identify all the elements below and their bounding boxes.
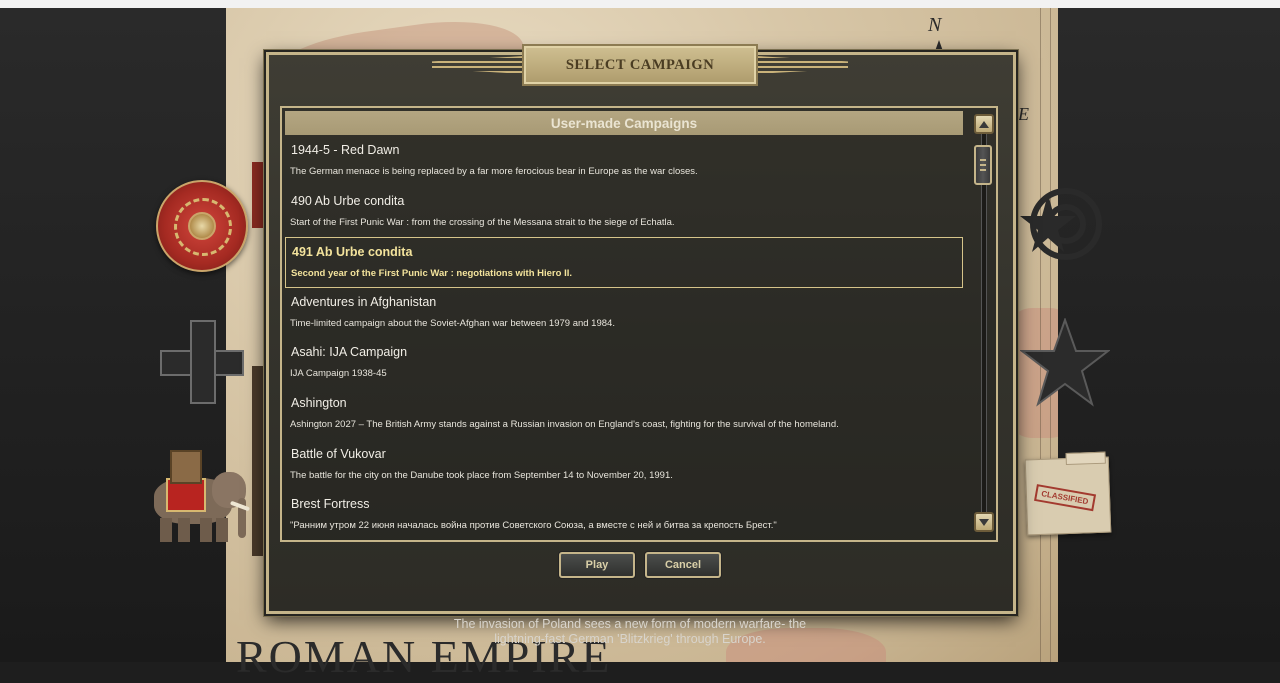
cancel-button[interactable]: Cancel bbox=[645, 552, 721, 578]
campaign-item-selected[interactable]: 491 Ab Urbe condita Second year of the F… bbox=[285, 237, 963, 288]
star-icon[interactable] bbox=[1019, 317, 1111, 408]
campaign-description: IJA Campaign 1938-45 bbox=[290, 368, 387, 380]
list-header: User-made Campaigns bbox=[285, 111, 963, 135]
campaign-description: Ashington 2027 – The British Army stands… bbox=[290, 418, 839, 430]
top-border bbox=[0, 0, 1280, 8]
campaign-name: 490 Ab Urbe condita bbox=[291, 193, 405, 208]
campaign-item[interactable]: Adventures in Afghanistan Time-limited c… bbox=[285, 288, 963, 339]
war-elephant-icon[interactable] bbox=[148, 448, 252, 544]
campaign-name: 1944-5 - Red Dawn bbox=[291, 143, 400, 157]
dark-banner-strip bbox=[252, 366, 266, 556]
german-cross-icon[interactable] bbox=[160, 320, 244, 404]
campaign-item[interactable]: Brest Fortress "Ранним утром 22 июня нач… bbox=[285, 490, 963, 536]
campaign-name: 491 Ab Urbe condita bbox=[292, 245, 413, 260]
scroll-up-button[interactable] bbox=[974, 114, 994, 134]
roman-shield-icon[interactable] bbox=[156, 180, 248, 272]
caption-line-2: lightning-fast German 'Blitzkrieg' throu… bbox=[494, 632, 766, 646]
campaign-item[interactable]: Ashington Ashington 2027 – The British A… bbox=[285, 389, 963, 440]
arrow-down-icon bbox=[979, 518, 989, 526]
campaign-name: Battle of Vukovar bbox=[291, 446, 386, 461]
campaign-item[interactable]: Asahi: IJA Campaign IJA Campaign 1938-45 bbox=[285, 338, 963, 389]
campaign-description: Time-limited campaign about the Soviet-A… bbox=[290, 317, 615, 329]
campaign-name: Adventures in Afghanistan bbox=[291, 294, 437, 309]
compass-north-label: N bbox=[928, 14, 942, 36]
radar-target-icon[interactable] bbox=[1020, 180, 1102, 268]
campaign-description: Start of the First Punic War : from the … bbox=[290, 216, 675, 228]
caption-line-1: The invasion of Poland sees a new form o… bbox=[453, 617, 807, 631]
campaign-caption: The invasion of Poland sees a new form o… bbox=[400, 617, 860, 647]
scrollbar-track[interactable] bbox=[974, 134, 992, 512]
arrow-up-icon bbox=[979, 120, 989, 128]
scrollbar-thumb[interactable] bbox=[974, 145, 992, 185]
campaign-item[interactable]: Battle of Vukovar The battle for the cit… bbox=[285, 440, 963, 491]
play-button[interactable]: Play bbox=[559, 552, 635, 578]
campaign-list: 1944-5 - Red Dawn The German menace is b… bbox=[285, 136, 963, 536]
campaign-item[interactable]: 490 Ab Urbe condita Start of the First P… bbox=[285, 187, 963, 238]
compass-east-label: E bbox=[1018, 104, 1029, 124]
campaign-description: The battle for the city on the Danube to… bbox=[290, 469, 673, 481]
campaign-description: The German menace is being replaced by a… bbox=[290, 166, 698, 177]
campaign-name: Asahi: IJA Campaign bbox=[291, 345, 408, 360]
campaign-name: Ashington bbox=[291, 395, 347, 410]
scroll-down-button[interactable] bbox=[974, 512, 994, 532]
campaign-description: "Ранним утром 22 июня началась война про… bbox=[290, 520, 777, 532]
campaign-name: Brest Fortress bbox=[291, 497, 370, 512]
campaign-item[interactable]: 1944-5 - Red Dawn The German menace is b… bbox=[285, 136, 963, 187]
campaign-description: Second year of the First Punic War : neg… bbox=[291, 268, 572, 280]
classified-folder-icon[interactable]: CLASSIFIED bbox=[1024, 451, 1112, 536]
red-banner-strip bbox=[252, 162, 266, 228]
folder-stamp: CLASSIFIED bbox=[1034, 484, 1096, 512]
dialog-title: SELECT CAMPAIGN bbox=[522, 44, 758, 86]
